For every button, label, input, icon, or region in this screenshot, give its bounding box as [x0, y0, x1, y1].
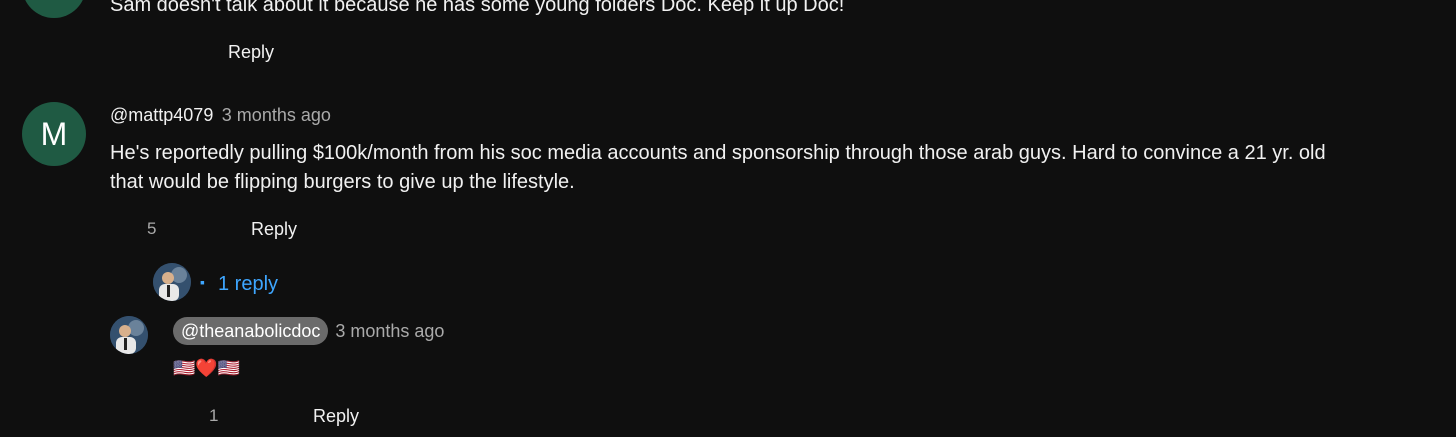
comment-avatar[interactable]: M — [22, 102, 86, 166]
reply-author-avatar-small — [153, 263, 191, 301]
comment-text: He's reportedly pulling $100k/month from… — [110, 139, 1450, 197]
reply-header: @theanabolicdoc 3 months ago — [173, 317, 444, 345]
comment-text-line: that would be flipping burgers to give u… — [110, 171, 575, 193]
prev-reply-button[interactable]: Reply — [228, 42, 274, 63]
replies-bullet: ▪ — [200, 274, 205, 290]
comment-timestamp[interactable]: 3 months ago — [222, 105, 331, 125]
reply-author-badge[interactable]: @theanabolicdoc — [173, 317, 329, 345]
reply-text: 🇺🇸❤️🇺🇸 — [173, 358, 241, 378]
comment-header: @mattp4079 3 months ago — [110, 105, 331, 126]
profile-photo-icon — [110, 316, 148, 354]
reply-timestamp[interactable]: 3 months ago — [335, 321, 444, 342]
profile-photo-icon — [153, 263, 191, 301]
reply-button[interactable]: Reply — [251, 219, 297, 240]
comment-text-line: He's reportedly pulling $100k/month from… — [110, 142, 1326, 164]
reply-avatar[interactable] — [110, 316, 148, 354]
comment-author[interactable]: @mattp4079 — [110, 105, 213, 125]
prev-comment-text: Sam doesn't talk about it because he has… — [110, 0, 845, 16]
reply-like-count: 1 — [209, 406, 219, 425]
prev-comment-avatar[interactable] — [22, 0, 86, 18]
replies-toggle-link[interactable]: 1 reply — [218, 273, 278, 296]
avatar-letter: M — [40, 115, 68, 152]
like-count: 5 — [147, 219, 157, 238]
reply-reply-button[interactable]: Reply — [313, 406, 359, 427]
